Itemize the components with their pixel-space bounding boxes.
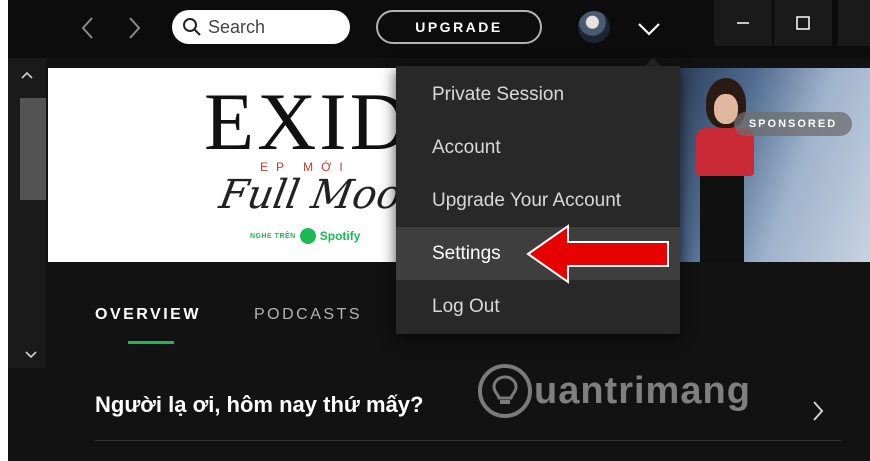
chevron-down-icon [25, 351, 37, 359]
chevron-right-icon [129, 17, 141, 39]
back-button[interactable] [76, 14, 98, 42]
minimize-icon [737, 22, 749, 24]
user-dropdown-menu: Private Session Account Upgrade Your Acc… [396, 66, 680, 334]
search-box[interactable] [172, 10, 350, 44]
banner-photo [676, 68, 870, 262]
banner-brand: EXID [204, 76, 412, 167]
tab-overview[interactable]: OVERVIEW [95, 306, 201, 324]
forward-button[interactable] [124, 14, 146, 42]
banner-listen-on: NGHE TRÊN Spotify [250, 228, 360, 244]
chevron-right-icon [813, 401, 824, 421]
watermark-text: uantrimang [534, 369, 751, 412]
search-icon [183, 18, 201, 36]
menu-item-log-out[interactable]: Log Out [396, 280, 680, 333]
minimize-button[interactable] [714, 0, 772, 46]
title-bar: UPGRADE [8, 0, 870, 58]
photo-pants [700, 176, 744, 262]
scroll-up-button[interactable] [14, 66, 40, 84]
spotify-window: UPGRADE EXID EP MỚI Full Moon NGHE TRÊN … [8, 0, 870, 461]
watermark: uantrimang [478, 364, 751, 418]
spotify-logo-icon [299, 228, 316, 244]
active-tab-indicator [128, 341, 174, 344]
scroll-down-button[interactable] [18, 346, 44, 364]
listen-on-label: NGHE TRÊN [250, 232, 296, 240]
tab-podcasts[interactable]: PODCASTS [254, 306, 362, 324]
platform-name: Spotify [319, 229, 361, 243]
chevron-down-icon [638, 23, 660, 36]
menu-item-account[interactable]: Account [396, 121, 680, 174]
maximize-button[interactable] [774, 0, 832, 46]
lightbulb-icon [478, 364, 532, 418]
section-title[interactable]: Người lạ ơi, hôm nay thứ mấy? [95, 392, 423, 418]
chevron-left-icon [81, 17, 93, 39]
menu-item-private-session[interactable]: Private Session [396, 68, 680, 121]
scrollbar-thumb[interactable] [20, 98, 46, 200]
section-more-button[interactable] [808, 397, 828, 425]
user-menu-toggle[interactable] [634, 14, 664, 44]
menu-item-upgrade-account[interactable]: Upgrade Your Account [396, 174, 680, 227]
window-edge [838, 0, 870, 46]
maximize-icon [796, 16, 810, 30]
sponsored-badge[interactable]: SPONSORED [734, 112, 852, 136]
search-input[interactable] [208, 16, 338, 38]
user-avatar[interactable] [578, 11, 610, 43]
annotation-arrow-icon [526, 224, 669, 284]
upgrade-button[interactable]: UPGRADE [376, 10, 542, 44]
chevron-up-icon [21, 71, 33, 79]
section-divider [95, 440, 841, 441]
